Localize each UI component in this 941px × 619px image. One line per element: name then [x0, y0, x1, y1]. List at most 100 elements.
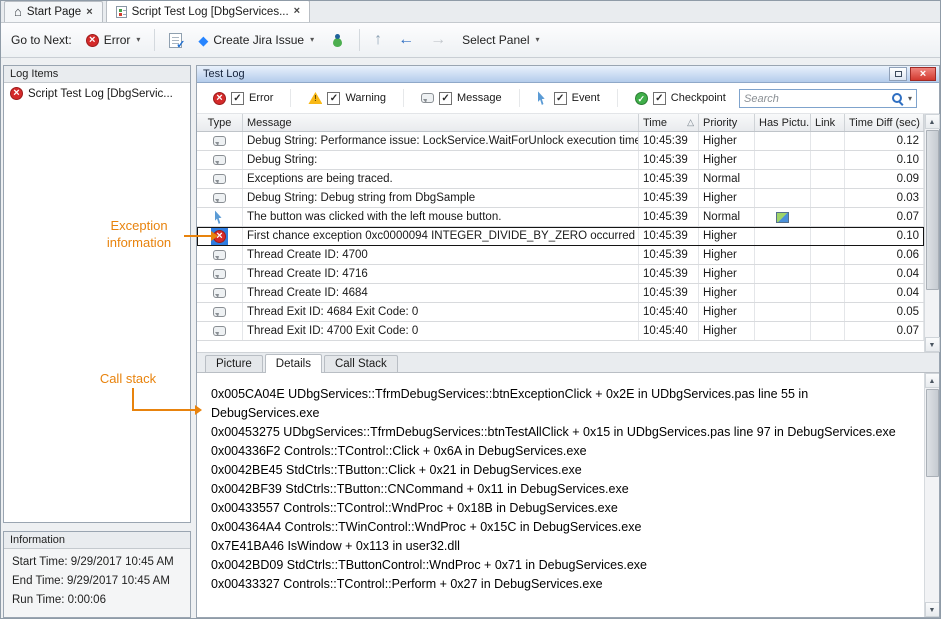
stack-frame: 0x00433327 Controls::TControl::Perform +… — [211, 575, 916, 594]
column-header-type[interactable]: Type — [197, 114, 243, 131]
scrollbar-thumb[interactable] — [926, 389, 939, 477]
cell-time: 10:45:39 — [639, 284, 699, 302]
cell-message: The button was clicked with the left mou… — [243, 208, 639, 226]
cell-link — [811, 265, 845, 283]
grid-vertical-scrollbar[interactable]: ▲ ▼ — [924, 114, 939, 352]
table-row[interactable]: Thread Create ID: 4716 10:45:39 Higher 0… — [197, 265, 924, 284]
panel-title: Test Log — [203, 68, 886, 80]
table-row[interactable]: Debug String: Performance issue: LockSer… — [197, 132, 924, 151]
column-header-link[interactable]: Link — [811, 114, 845, 131]
table-row[interactable]: Exceptions are being traced. 10:45:39 No… — [197, 170, 924, 189]
log-tree-item[interactable]: Script Test Log [DbgServic... — [4, 83, 190, 103]
cell-time: 10:45:39 — [639, 151, 699, 169]
cell-has-picture — [755, 265, 811, 283]
cell-priority: Higher — [699, 132, 755, 150]
search-dropdown-icon[interactable]: ▾ — [908, 95, 912, 103]
dropdown-arrow-icon: ▾ — [536, 36, 540, 44]
cell-priority: Higher — [699, 151, 755, 169]
maximize-button[interactable] — [889, 67, 907, 81]
table-row[interactable]: Debug String: Debug string from DbgSampl… — [197, 189, 924, 208]
picture-icon[interactable] — [776, 212, 789, 223]
tab-script-test-log[interactable]: Script Test Log [DbgServices... × — [106, 0, 310, 22]
end-time-line: End Time: 9/29/2017 10:45 AM — [4, 572, 190, 591]
scroll-down-button[interactable]: ▼ — [925, 602, 940, 617]
cell-message: Debug String: — [243, 151, 639, 169]
stack-frame: 0x00433557 Controls::TControl::WndProc +… — [211, 499, 916, 518]
search-input[interactable] — [744, 93, 888, 105]
cell-link — [811, 132, 845, 150]
button-label: Create Jira Issue — [213, 33, 304, 47]
checkpoint-checkbox[interactable] — [653, 92, 666, 105]
cell-time: 10:45:39 — [639, 208, 699, 226]
back-button[interactable]: ← — [392, 29, 420, 51]
column-header-priority[interactable]: Priority — [699, 114, 755, 131]
go-to-next-error-button[interactable]: Error ▾ — [80, 30, 147, 50]
cell-type — [197, 265, 243, 283]
cell-link — [811, 208, 845, 226]
cell-has-picture — [755, 208, 811, 226]
event-checkbox[interactable] — [554, 92, 567, 105]
tab-start-page[interactable]: ⌂ Start Page × — [4, 1, 103, 22]
close-icon[interactable]: × — [86, 7, 92, 18]
cell-message: Thread Create ID: 4684 — [243, 284, 639, 302]
table-row[interactable]: Thread Create ID: 4700 10:45:39 Higher 0… — [197, 246, 924, 265]
search-icon[interactable] — [891, 92, 904, 105]
filter-event: Event — [529, 91, 608, 105]
column-header-time[interactable]: Time△ — [639, 114, 699, 131]
scroll-up-button[interactable]: ▲ — [925, 114, 940, 129]
bug-tracking-button[interactable] — [324, 30, 351, 51]
annotation-exception-information: Exception information — [93, 217, 185, 251]
cell-message: Thread Exit ID: 4700 Exit Code: 0 — [243, 322, 639, 340]
cell-time-diff: 0.09 — [845, 170, 924, 188]
column-header-time-diff[interactable]: Time Diff (sec) — [845, 114, 924, 131]
table-row[interactable]: Thread Create ID: 4684 10:45:39 Higher 0… — [197, 284, 924, 303]
tab-details[interactable]: Details — [265, 354, 322, 373]
forward-button[interactable]: → — [424, 29, 452, 51]
information-title: Information — [4, 532, 190, 549]
cell-type — [197, 132, 243, 150]
stack-frame: 0x004336F2 Controls::TControl::Click + 0… — [211, 442, 916, 461]
column-label: Priority — [703, 117, 737, 129]
table-row[interactable]: Thread Exit ID: 4684 Exit Code: 0 10:45:… — [197, 303, 924, 322]
cell-link — [811, 284, 845, 302]
scrollbar-thumb[interactable] — [926, 130, 939, 290]
toolbar-separator — [154, 29, 155, 51]
cell-time: 10:45:39 — [639, 246, 699, 264]
document-check-icon — [169, 33, 182, 48]
scroll-down-button[interactable]: ▼ — [925, 337, 940, 352]
message-checkbox[interactable] — [439, 92, 452, 105]
go-up-button[interactable]: ↑ — [368, 29, 388, 51]
close-icon[interactable]: × — [294, 6, 300, 17]
cell-time-diff: 0.04 — [845, 284, 924, 302]
home-icon: ⌂ — [14, 6, 22, 18]
message-icon — [213, 307, 226, 317]
warning-checkbox[interactable] — [327, 92, 340, 105]
column-label: Has Pictu... — [759, 117, 811, 129]
scroll-up-button[interactable]: ▲ — [925, 373, 940, 388]
select-panel-button[interactable]: Select Panel ▾ — [456, 30, 545, 50]
close-panel-button[interactable]: × — [910, 67, 936, 81]
cell-link — [811, 227, 845, 245]
error-checkbox[interactable] — [231, 92, 244, 105]
column-label: Message — [247, 117, 292, 129]
table-row[interactable]: The button was clicked with the left mou… — [197, 208, 924, 227]
cell-link — [811, 151, 845, 169]
filter-separator — [519, 89, 520, 107]
cell-link — [811, 303, 845, 321]
cell-time: 10:45:39 — [639, 170, 699, 188]
cell-has-picture — [755, 322, 811, 340]
column-header-message[interactable]: Message — [243, 114, 639, 131]
cell-has-picture — [755, 284, 811, 302]
table-row[interactable]: Debug String: 10:45:39 Higher 0.10 — [197, 151, 924, 170]
table-row[interactable]: Thread Exit ID: 4700 Exit Code: 0 10:45:… — [197, 322, 924, 341]
maximize-icon — [895, 71, 902, 77]
cell-priority: Higher — [699, 322, 755, 340]
cell-time: 10:45:39 — [639, 227, 699, 245]
details-vertical-scrollbar[interactable]: ▲ ▼ — [924, 373, 939, 617]
tab-picture[interactable]: Picture — [205, 355, 263, 372]
tab-call-stack[interactable]: Call Stack — [324, 355, 398, 372]
show-test-item-button[interactable] — [163, 30, 188, 51]
column-header-has-picture[interactable]: Has Pictu... — [755, 114, 811, 131]
create-jira-issue-button[interactable]: ◆ Create Jira Issue ▾ — [192, 30, 320, 50]
table-row-selected[interactable]: First chance exception 0xc0000094 INTEGE… — [197, 227, 924, 246]
